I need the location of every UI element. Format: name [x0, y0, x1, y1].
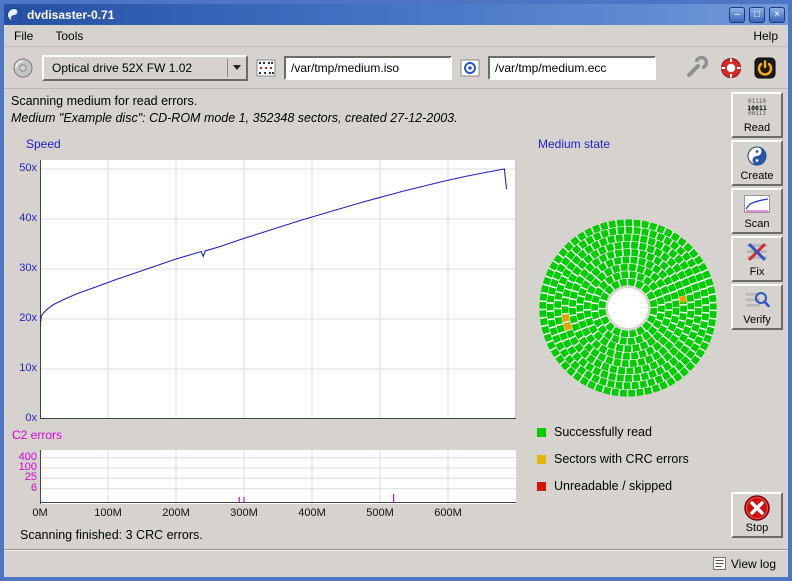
- legend-row: Successfully read: [537, 425, 689, 439]
- fix-tools-icon: [733, 238, 781, 266]
- drive-select[interactable]: Optical drive 52X FW 1.02: [42, 55, 248, 81]
- maximize-button[interactable]: □: [749, 7, 765, 23]
- statusbar: View log: [4, 549, 788, 577]
- create-button[interactable]: Create: [731, 140, 783, 186]
- iso-path-input[interactable]: [284, 56, 452, 80]
- stop-button-label: Stop: [746, 522, 769, 534]
- help-icon[interactable]: [720, 57, 742, 79]
- legend-swatch-crc: [537, 455, 546, 464]
- titlebar[interactable]: dvdisaster-0.71 – □ ×: [4, 4, 788, 25]
- toolbar: Optical drive 52X FW 1.02: [4, 47, 788, 89]
- stop-icon: [733, 494, 781, 522]
- read-button[interactable]: 01110 10011 00111 Read: [731, 92, 783, 138]
- verify-button-label: Verify: [743, 314, 771, 326]
- ecc-file-icon: [460, 58, 480, 78]
- status-line-1: Scanning medium for read errors.: [11, 93, 458, 110]
- speed-chart-title: Speed: [26, 137, 61, 151]
- finished-message: Scanning finished: 3 CRC errors.: [20, 528, 203, 542]
- drive-select-value: Optical drive 52X FW 1.02: [52, 61, 227, 75]
- drive-icon: [12, 57, 34, 79]
- medium-state-disc: [532, 212, 724, 404]
- verify-button[interactable]: Verify: [731, 284, 783, 330]
- close-button[interactable]: ×: [769, 7, 785, 23]
- fix-button-label: Fix: [750, 266, 765, 278]
- preferences-wrench-icon[interactable]: [684, 56, 708, 80]
- app-icon: [7, 8, 21, 22]
- iso-file-icon: [256, 58, 276, 78]
- scan-chart-icon: [733, 190, 781, 218]
- read-button-label: Read: [744, 122, 770, 134]
- chevron-down-icon: [228, 65, 246, 70]
- menu-file[interactable]: File: [14, 29, 33, 43]
- scan-button-label: Scan: [744, 218, 769, 230]
- c2-chart-title: C2 errors: [12, 428, 62, 442]
- create-button-label: Create: [740, 170, 773, 182]
- legend-label-crc: Sectors with CRC errors: [554, 452, 689, 466]
- window-title: dvdisaster-0.71: [25, 8, 725, 22]
- log-icon: [713, 557, 726, 570]
- x-axis-labels: 0M100M200M300M400M500M600M: [40, 507, 520, 521]
- stop-button[interactable]: Stop: [731, 492, 783, 538]
- verify-magnifier-icon: [733, 286, 781, 314]
- legend-swatch-unreadable: [537, 482, 546, 491]
- legend-swatch-good: [537, 428, 546, 437]
- ecc-path-input[interactable]: [488, 56, 656, 80]
- menubar: File Tools Help: [4, 25, 788, 47]
- app-window: dvdisaster-0.71 – □ × File Tools Help Op…: [0, 0, 792, 581]
- scan-button[interactable]: Scan: [731, 188, 783, 234]
- legend-label-good: Successfully read: [554, 425, 652, 439]
- medium-state-title: Medium state: [538, 137, 610, 151]
- fix-button[interactable]: Fix: [731, 236, 783, 282]
- minimize-button[interactable]: –: [729, 7, 745, 23]
- read-binary-icon: 01110 10011 00111: [733, 94, 781, 122]
- status-line-2: Medium "Example disc": CD-ROM mode 1, 35…: [11, 110, 458, 127]
- legend: Successfully read Sectors with CRC error…: [537, 425, 689, 493]
- view-log-label: View log: [731, 557, 776, 571]
- view-log-button[interactable]: View log: [713, 557, 776, 571]
- menu-tools[interactable]: Tools: [55, 29, 83, 43]
- legend-label-unreadable: Unreadable / skipped: [554, 479, 672, 493]
- menu-help[interactable]: Help: [753, 29, 778, 43]
- quit-power-icon[interactable]: [754, 57, 776, 79]
- c2-errors-chart: [40, 450, 516, 504]
- legend-row: Unreadable / skipped: [537, 479, 689, 493]
- create-yinyang-icon: [733, 142, 781, 170]
- speed-chart: [40, 160, 516, 419]
- legend-row: Sectors with CRC errors: [537, 452, 689, 466]
- status-area: Scanning medium for read errors. Medium …: [11, 93, 458, 127]
